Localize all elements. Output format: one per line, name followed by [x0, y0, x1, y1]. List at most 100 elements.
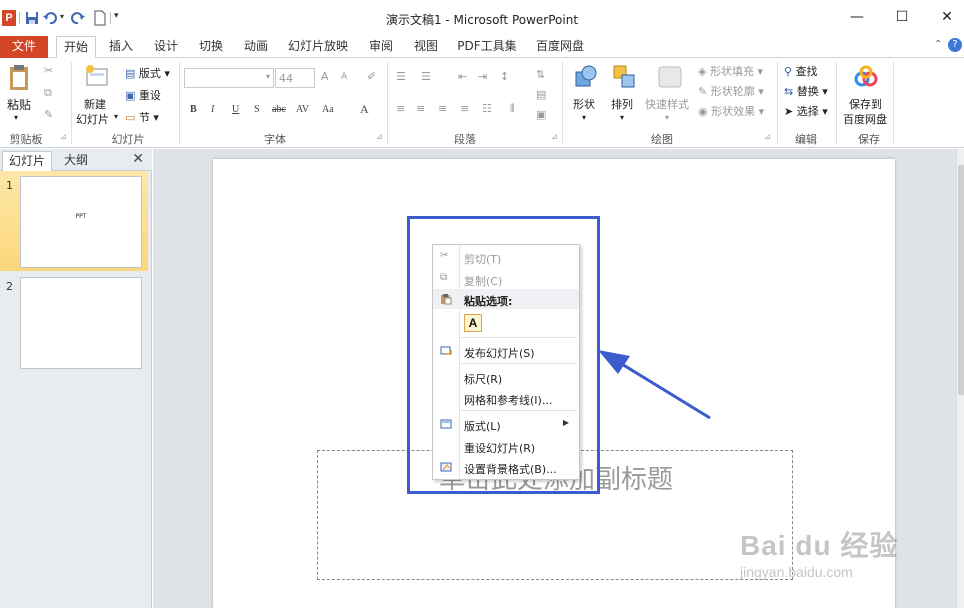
font-size-combobox[interactable]: 44	[275, 68, 315, 88]
grow-font-button[interactable]: A	[321, 70, 329, 83]
columns-icon[interactable]: ⫴	[510, 102, 515, 116]
tab-transitions[interactable]: 切换	[192, 36, 230, 58]
shapes-button[interactable]: 形状	[573, 96, 595, 112]
arrange-icon[interactable]	[612, 64, 636, 90]
shape-outline-button[interactable]: ✎ 形状轮廓 ▾	[698, 83, 764, 99]
tab-slides[interactable]: 幻灯片	[2, 151, 53, 171]
decrease-indent-icon[interactable]: ⇤	[458, 70, 467, 83]
section-button[interactable]: ▭ 节 ▾	[125, 109, 159, 125]
new-slide-icon[interactable]	[84, 64, 110, 90]
effects-icon: ◉	[698, 105, 708, 118]
underline-button[interactable]: U	[232, 104, 239, 115]
slide-thumbnail-2[interactable]	[20, 277, 142, 369]
paint-bucket-icon: ◈	[698, 65, 707, 78]
arrange-dropdown-icon[interactable]: ▾	[620, 113, 624, 122]
font-name-dropdown-icon[interactable]: ▾	[266, 72, 270, 81]
tab-slideshow[interactable]: 幻灯片放映	[284, 36, 352, 58]
shadow-button[interactable]: S	[254, 104, 260, 115]
dialog-launcher-icon[interactable]: ⊿	[551, 132, 558, 141]
slide-thumbnail-1[interactable]: PPT	[20, 176, 142, 268]
align-left-icon[interactable]: ≡	[396, 102, 405, 115]
ribbon-tab-bar: 文件 开始 插入 设计 切换 动画 幻灯片放映 审阅 视图 PDF工具集 百度网…	[0, 36, 964, 59]
find-label: 查找	[795, 65, 818, 78]
dialog-launcher-icon[interactable]: ⊿	[376, 132, 383, 141]
italic-button[interactable]: I	[211, 104, 214, 115]
new-slide-label-2[interactable]: 幻灯片	[76, 111, 109, 127]
minimize-button[interactable]: —	[842, 6, 872, 28]
replace-button[interactable]: ⇆ 替换 ▾	[784, 83, 828, 99]
tab-animations[interactable]: 动画	[237, 36, 275, 58]
new-slide-dropdown-icon[interactable]: ▾	[114, 112, 118, 121]
quick-styles-dropdown-icon[interactable]: ▾	[665, 113, 669, 122]
maximize-button[interactable]: ☐	[887, 6, 917, 28]
shrink-font-button[interactable]: A	[341, 72, 347, 82]
tab-outline[interactable]: 大纲	[58, 151, 94, 171]
separator	[71, 62, 72, 144]
paste-dropdown-icon[interactable]: ▾	[14, 113, 18, 122]
tab-file[interactable]: 文件	[0, 36, 48, 58]
bold-button[interactable]: B	[190, 104, 197, 115]
paste-button[interactable]: 粘贴	[7, 96, 31, 113]
layout-label: 版式	[138, 67, 161, 80]
help-icon[interactable]: ?	[948, 38, 962, 52]
change-case-button[interactable]: Aa	[322, 104, 334, 115]
distribute-icon[interactable]: ☷	[482, 102, 492, 115]
line-spacing-icon[interactable]: ↕	[500, 70, 509, 83]
char-spacing-button[interactable]: AV	[296, 104, 309, 115]
group-label-slides: 幻灯片	[111, 133, 145, 146]
align-center-icon[interactable]: ≡	[416, 102, 425, 115]
quick-styles-button[interactable]: 快速样式	[645, 96, 689, 112]
paste-icon[interactable]	[8, 64, 30, 92]
strikethrough-button[interactable]: abc	[272, 104, 286, 115]
save-to-label-1[interactable]: 保存到	[849, 96, 882, 112]
arrange-button[interactable]: 排列	[611, 96, 633, 112]
ribbon: 粘贴 ▾ ✂ ⧉ ✎ 剪贴板 ⊿ 新建 幻灯片 ▾ ▤ 版式 ▾ ▣ 重设 ▭ …	[0, 58, 964, 148]
collapse-ribbon-icon[interactable]: ⌃	[934, 39, 942, 50]
text-direction-icon[interactable]: ⇅	[536, 68, 545, 81]
shape-effects-button[interactable]: ◉ 形状效果 ▾	[698, 103, 764, 119]
reset-button[interactable]: ▣ 重设	[125, 87, 161, 103]
shapes-icon[interactable]	[574, 64, 598, 90]
group-label-paragraph: 段落	[454, 133, 476, 146]
tab-design[interactable]: 设计	[147, 36, 185, 58]
tab-home[interactable]: 开始	[56, 36, 96, 59]
clear-format-icon[interactable]: ✐	[367, 70, 376, 83]
align-right-icon[interactable]: ≡	[438, 102, 447, 115]
tab-pdf-tools[interactable]: PDF工具集	[454, 36, 520, 58]
copy-icon[interactable]: ⧉	[44, 86, 52, 100]
bullets-icon[interactable]: ☰	[396, 70, 406, 83]
dialog-launcher-icon[interactable]: ⊿	[60, 132, 67, 141]
shapes-dropdown-icon[interactable]: ▾	[582, 113, 586, 122]
close-icon[interactable]: ✕	[132, 151, 144, 167]
save-to-label-2[interactable]: 百度网盘	[843, 111, 887, 127]
quick-styles-icon[interactable]	[657, 64, 683, 90]
cut-icon[interactable]: ✂	[44, 64, 53, 77]
layout-button[interactable]: ▤ 版式 ▾	[125, 65, 170, 81]
font-color-button[interactable]: A	[360, 102, 369, 117]
vertical-scrollbar[interactable]	[956, 149, 964, 608]
close-button[interactable]: ✕	[932, 6, 962, 28]
justify-icon[interactable]: ≡	[460, 102, 469, 115]
shape-outline-label: 形状轮廓	[710, 85, 755, 98]
select-label: 选择	[796, 105, 819, 118]
tab-baidu-netdisk[interactable]: 百度网盘	[530, 36, 590, 58]
dialog-launcher-icon[interactable]: ⊿	[764, 132, 771, 141]
tab-review[interactable]: 审阅	[362, 36, 400, 58]
select-button[interactable]: ➤ 选择 ▾	[784, 103, 828, 119]
tab-insert[interactable]: 插入	[102, 36, 140, 58]
smartart-icon[interactable]: ▣	[536, 108, 546, 121]
font-name-combobox[interactable]	[184, 68, 274, 88]
format-painter-icon[interactable]: ✎	[44, 108, 53, 121]
reset-icon: ▣	[125, 89, 136, 102]
shape-fill-button[interactable]: ◈ 形状填充 ▾	[698, 63, 763, 79]
tab-view[interactable]: 视图	[407, 36, 445, 58]
new-slide-label[interactable]: 新建	[84, 96, 106, 112]
slide-number: 1	[6, 179, 13, 192]
group-label-save: 保存	[858, 133, 880, 146]
baidu-netdisk-icon[interactable]	[853, 64, 879, 90]
increase-indent-icon[interactable]: ⇥	[478, 70, 487, 83]
align-text-icon[interactable]: ▤	[536, 88, 546, 101]
scrollbar-thumb[interactable]	[958, 165, 964, 395]
find-button[interactable]: ⚲ 查找	[784, 63, 818, 79]
numbering-icon[interactable]: ☰	[421, 70, 431, 83]
